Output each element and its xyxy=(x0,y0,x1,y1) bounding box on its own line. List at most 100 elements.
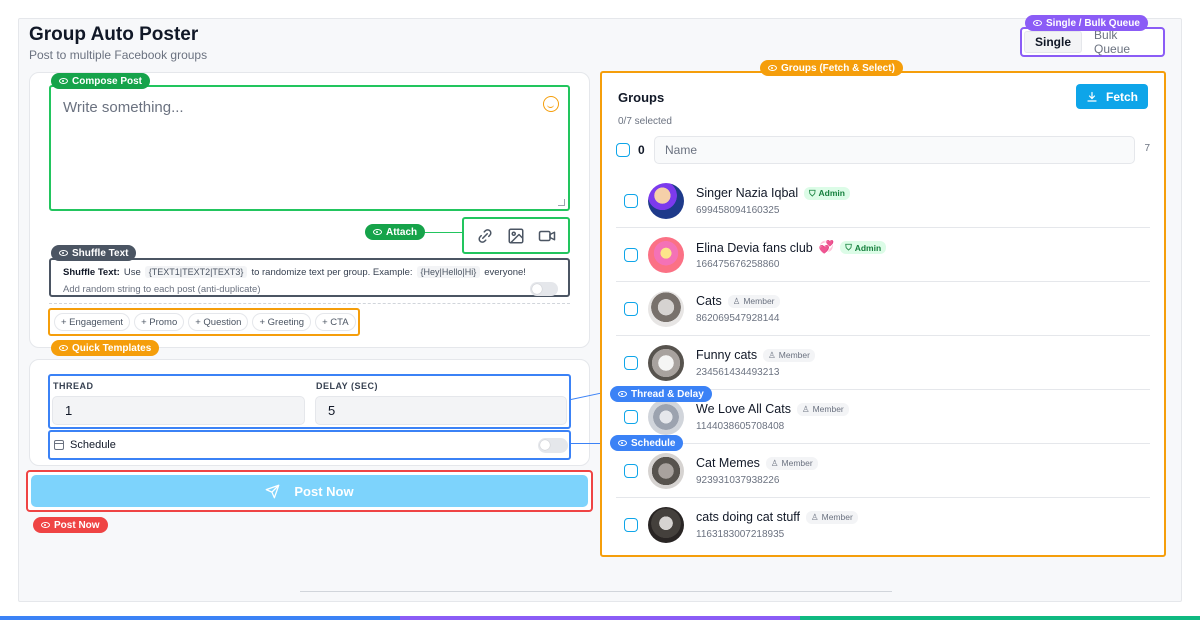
shield-icon: ⛉ xyxy=(809,187,816,198)
compose-badge: Compose Post xyxy=(51,73,151,89)
attach-connector xyxy=(420,232,462,233)
horizontal-scrollbar[interactable] xyxy=(300,591,892,592)
group-row[interactable]: Cat Memes ♙ Member 923931037938226 xyxy=(616,444,1150,498)
emoji-icon[interactable] xyxy=(543,96,559,112)
user-icon: ♙ xyxy=(770,457,779,468)
group-name: Elina Devia fans club xyxy=(696,240,813,255)
group-emoji: 💞 xyxy=(818,240,835,254)
resize-handle[interactable] xyxy=(558,199,565,206)
page-subtitle: Post to multiple Facebook groups xyxy=(29,48,208,62)
template-chip-question[interactable]: + Question xyxy=(188,313,249,331)
link-icon[interactable] xyxy=(475,226,495,246)
group-name: We Love All Cats xyxy=(696,402,791,416)
mode-single-button[interactable]: Single xyxy=(1024,31,1083,53)
thread-delay-panel: THREAD 1 DELAY (SEC) 5 xyxy=(48,374,571,429)
random-string-toggle[interactable] xyxy=(530,282,558,296)
group-checkbox[interactable] xyxy=(624,410,638,424)
group-name: Singer Nazia Iqbal xyxy=(696,186,799,200)
group-id: 923931037938226 xyxy=(696,475,780,486)
select-all-count: 0 xyxy=(638,143,645,157)
name-filter-input[interactable]: Name xyxy=(654,136,1135,164)
user-icon: ♙ xyxy=(732,295,741,306)
fetch-button[interactable]: Fetch xyxy=(1076,84,1148,109)
group-checkbox[interactable] xyxy=(624,356,638,370)
post-now-wrapper: Post Now xyxy=(26,470,593,512)
footer-gradient-bar xyxy=(0,616,1200,620)
role-badge: ♙ Member xyxy=(727,294,780,308)
mode-badge: Single / Bulk Queue xyxy=(1025,15,1148,31)
groups-title: Groups xyxy=(618,90,665,105)
group-id: 699458094160325 xyxy=(696,205,780,216)
shuffle-panel: Shuffle Text: Use {TEXT1|TEXT2|TEXT3} to… xyxy=(49,258,570,297)
group-row[interactable]: Cats ♙ Member 862069547928144 xyxy=(616,282,1150,336)
groups-selected-count: 0/7 selected xyxy=(618,116,672,127)
group-checkbox[interactable] xyxy=(624,518,638,532)
group-row[interactable]: Funny cats ♙ Member 234561434493213 xyxy=(616,336,1150,390)
calendar-icon xyxy=(54,440,64,450)
eye-icon xyxy=(373,229,382,235)
group-id: 234561434493213 xyxy=(696,367,780,378)
mode-switch: Single Bulk Queue xyxy=(1020,27,1165,57)
page-title: Group Auto Poster xyxy=(29,24,199,45)
mode-bulk-queue-button[interactable]: Bulk Queue xyxy=(1084,28,1161,56)
role-badge: ⛉ Admin xyxy=(840,241,887,254)
group-id: 166475676258860 xyxy=(696,259,780,270)
post-now-button[interactable]: Post Now xyxy=(31,475,588,507)
avatar xyxy=(648,399,684,435)
thread-label: THREAD xyxy=(53,381,94,391)
footer-bar-green xyxy=(800,616,1200,620)
eye-icon xyxy=(768,65,777,71)
group-row[interactable]: cats doing cat stuff ♙ Member 116318300721… xyxy=(616,498,1150,552)
footer-bar-purple xyxy=(400,616,800,620)
schedule-toggle[interactable] xyxy=(538,438,568,453)
random-string-label: Add random string to each post (anti-dup… xyxy=(63,284,261,295)
template-chip-cta[interactable]: + CTA xyxy=(315,313,356,331)
group-checkbox[interactable] xyxy=(624,248,638,262)
role-badge: ♙ Member xyxy=(806,510,858,524)
schedule-label: Schedule xyxy=(70,439,116,451)
eye-icon xyxy=(618,440,627,446)
eye-icon xyxy=(1033,20,1042,26)
group-checkbox[interactable] xyxy=(624,464,638,478)
group-id: 1163183007218935 xyxy=(696,529,785,540)
send-icon xyxy=(266,484,280,498)
schedule-badge: Schedule xyxy=(610,435,684,451)
role-badge: ♙ Member xyxy=(796,402,849,416)
role-badge: ♙ Member xyxy=(763,348,815,362)
group-row[interactable]: Elina Devia fans club 💞 ⛉ Admin 16647567625… xyxy=(616,228,1150,282)
group-id: 862069547928144 xyxy=(696,313,780,324)
select-all-checkbox[interactable] xyxy=(616,143,630,157)
download-icon xyxy=(1087,91,1097,102)
template-chip-promo[interactable]: + Promo xyxy=(134,313,185,331)
quick-templates: + Engagement + Promo + Question + Greeti… xyxy=(48,308,360,336)
shield-icon: ⛉ xyxy=(845,242,852,252)
role-badge: ♙ Member xyxy=(765,456,818,470)
thread-input[interactable]: 1 xyxy=(52,396,305,425)
attach-toolbar xyxy=(462,217,570,254)
template-chip-greeting[interactable]: + Greeting xyxy=(252,313,312,331)
compose-placeholder: Write something... xyxy=(63,99,184,116)
attach-badge: Attach xyxy=(365,224,426,240)
groups-total: 7 xyxy=(1144,143,1150,154)
groups-badge: Groups (Fetch & Select) xyxy=(760,60,903,76)
templates-badge: Quick Templates xyxy=(51,340,160,356)
group-checkbox[interactable] xyxy=(624,194,638,208)
avatar xyxy=(648,345,684,381)
avatar xyxy=(648,453,684,489)
group-checkbox[interactable] xyxy=(624,302,638,316)
group-row[interactable]: Singer Nazia Iqbal ⛉ Admin 699458094160325 xyxy=(616,174,1150,228)
schedule-row: Schedule xyxy=(48,430,571,460)
eye-icon xyxy=(59,250,68,256)
avatar xyxy=(648,507,684,543)
user-icon: ♙ xyxy=(768,349,776,360)
group-name: Cats xyxy=(696,294,722,308)
delay-input[interactable]: 5 xyxy=(315,396,567,425)
image-icon[interactable] xyxy=(506,226,526,246)
group-id: 1144038605708408 xyxy=(696,421,785,432)
video-icon[interactable] xyxy=(537,226,557,246)
compose-textarea[interactable]: Write something... xyxy=(49,85,570,211)
role-badge: ⛉ Admin xyxy=(804,186,850,200)
shuffle-badge: Shuffle Text xyxy=(51,245,137,261)
template-chip-engagement[interactable]: + Engagement xyxy=(54,313,131,331)
avatar xyxy=(648,237,684,273)
